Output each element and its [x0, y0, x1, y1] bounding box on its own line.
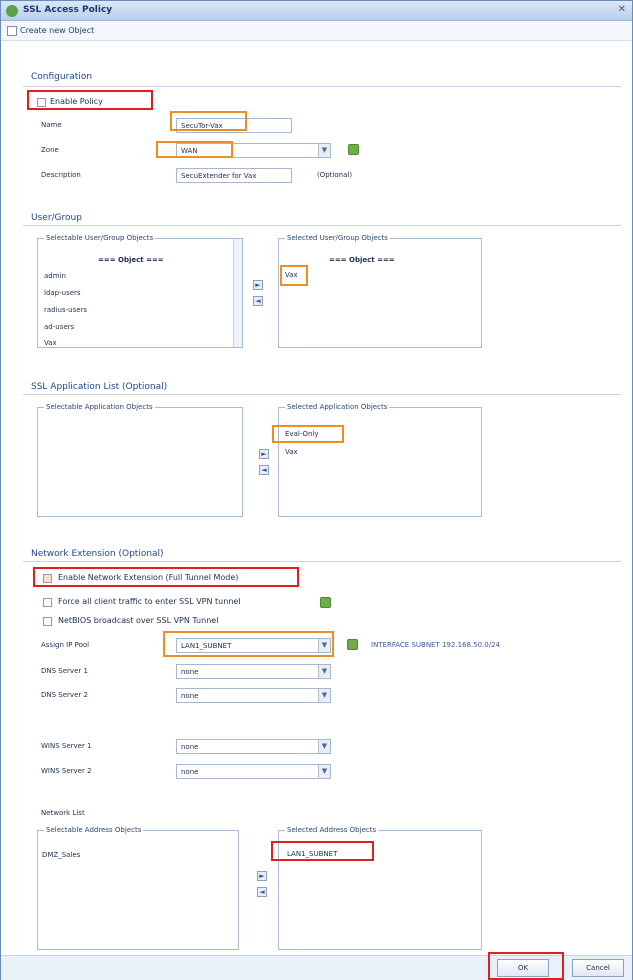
info-icon[interactable]	[320, 597, 331, 608]
list-item[interactable]: DMZ_Sales	[42, 851, 80, 859]
list-item[interactable]: ad-users	[44, 323, 74, 331]
highlight-box	[271, 841, 374, 861]
list-item[interactable]: Vax	[285, 448, 298, 456]
close-icon[interactable]: ✕	[618, 4, 626, 15]
selectable-user-group-list[interactable]: Selectable User/Group Objects === Object…	[37, 234, 243, 348]
highlight-box	[272, 425, 344, 443]
highlight-box	[170, 111, 247, 131]
add-ip-pool-button[interactable]	[347, 639, 358, 650]
divider	[23, 394, 621, 395]
netbios-label: NetBIOS broadcast over SSL VPN Tunnel	[58, 616, 219, 625]
list-item[interactable]: admin	[44, 272, 66, 280]
scrollbar[interactable]	[233, 239, 242, 347]
optional-note: (Optional)	[317, 171, 353, 179]
highlight-box	[163, 631, 334, 657]
move-left-button[interactable]: ◄	[253, 296, 263, 306]
create-new-object-link[interactable]: Create new Object	[20, 26, 94, 35]
selected-application-header: Selected Application Objects	[285, 403, 390, 411]
toolbar: Create new Object	[1, 21, 632, 41]
wins-server-2-label: WINS Server 2	[41, 767, 92, 775]
window-title: SSL Access Policy	[23, 5, 113, 15]
dns-server-1-label: DNS Server 1	[41, 667, 88, 675]
object-marker: === Object ===	[329, 256, 395, 264]
highlight-box	[27, 90, 153, 110]
zone-label: Zone	[41, 146, 59, 154]
divider	[23, 86, 621, 87]
force-traffic-label: Force all client traffic to enter SSL VP…	[58, 597, 241, 606]
selected-user-group-header: Selected User/Group Objects	[285, 234, 390, 242]
title-bar: SSL Access Policy ✕	[1, 1, 632, 21]
cancel-button[interactable]: Cancel	[572, 959, 624, 977]
move-right-button[interactable]: ►	[257, 871, 267, 881]
section-user-group: User/Group	[31, 213, 82, 223]
description-input[interactable]: SecuExtender for Vax	[176, 168, 292, 183]
highlight-box	[33, 567, 299, 587]
name-label: Name	[41, 121, 62, 129]
selected-address-header: Selected Address Objects	[285, 826, 379, 834]
wins-server-2-select[interactable]: none ▼	[176, 764, 331, 779]
section-configuration: Configuration	[31, 72, 93, 82]
move-left-button[interactable]: ◄	[257, 887, 267, 897]
network-list-label: Network List	[41, 809, 85, 817]
list-item[interactable]: Vax	[44, 339, 57, 347]
wins-server-1-label: WINS Server 1	[41, 742, 92, 750]
dns-server-1-select[interactable]: none ▼	[176, 664, 331, 679]
chevron-down-icon[interactable]: ▼	[318, 765, 330, 778]
selectable-application-header: Selectable Application Objects	[44, 403, 155, 411]
move-right-button[interactable]: ►	[259, 449, 269, 459]
assign-ip-pool-label: Assign IP Pool	[41, 641, 90, 649]
wins-server-1-value: none	[181, 743, 199, 751]
policy-icon	[6, 5, 18, 17]
dns-server-1-value: none	[181, 668, 199, 676]
selected-user-group-list[interactable]: Selected User/Group Objects === Object =…	[278, 234, 482, 348]
new-object-icon[interactable]	[7, 26, 17, 36]
highlight-box	[280, 265, 308, 286]
chevron-down-icon[interactable]: ▼	[318, 144, 330, 157]
force-traffic-checkbox[interactable]	[43, 598, 52, 607]
description-label: Description	[41, 171, 81, 179]
section-ssl-application-list: SSL Application List (Optional)	[31, 382, 168, 392]
dns-server-2-label: DNS Server 2	[41, 691, 88, 699]
dns-server-2-select[interactable]: none ▼	[176, 688, 331, 703]
wins-server-1-select[interactable]: none ▼	[176, 739, 331, 754]
list-item[interactable]: ldap-users	[44, 289, 81, 297]
assign-ip-note: INTERFACE SUBNET 192.168.50.0/24	[371, 641, 501, 649]
move-left-button[interactable]: ◄	[259, 465, 269, 475]
chevron-down-icon[interactable]: ▼	[318, 665, 330, 678]
chevron-down-icon[interactable]: ▼	[318, 689, 330, 702]
section-network-extension: Network Extension (Optional)	[31, 549, 164, 559]
selectable-user-group-header: Selectable User/Group Objects	[44, 234, 156, 242]
dns-server-2-value: none	[181, 692, 199, 700]
wins-server-2-value: none	[181, 768, 199, 776]
chevron-down-icon[interactable]: ▼	[318, 740, 330, 753]
netbios-checkbox[interactable]	[43, 617, 52, 626]
highlight-box	[156, 141, 233, 158]
ssl-access-policy-window: SSL Access Policy ✕ Create new Object Co…	[0, 0, 633, 980]
list-item[interactable]: radius-users	[44, 306, 87, 314]
selected-application-list[interactable]: Selected Application Objects Eval-Only V…	[278, 403, 482, 517]
object-marker: === Object ===	[98, 256, 164, 264]
selectable-address-list[interactable]: Selectable Address Objects DMZ_Sales	[37, 826, 239, 950]
divider	[23, 561, 621, 562]
selectable-application-list[interactable]: Selectable Application Objects	[37, 403, 243, 517]
add-zone-button[interactable]	[348, 144, 359, 155]
selectable-address-header: Selectable Address Objects	[44, 826, 144, 834]
highlight-box	[488, 952, 564, 980]
divider	[23, 225, 621, 226]
move-right-button[interactable]: ►	[253, 280, 263, 290]
